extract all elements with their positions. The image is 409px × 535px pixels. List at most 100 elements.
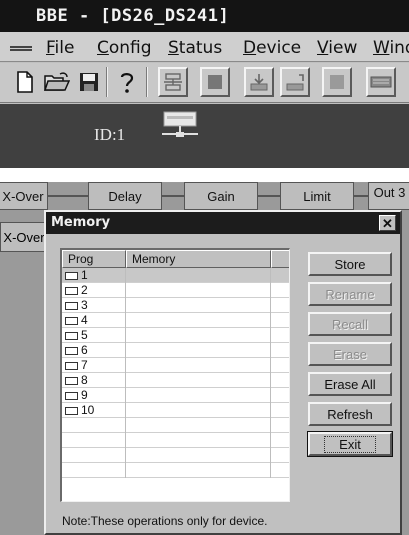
table-row[interactable]: 6 <box>62 343 289 358</box>
column-header-blank[interactable] <box>271 250 289 268</box>
prog-cell: 8 <box>62 373 126 388</box>
exit-button[interactable]: Exit <box>307 431 393 457</box>
device-rack-icon[interactable] <box>158 110 204 151</box>
table-row[interactable] <box>62 433 289 448</box>
column-header-memory[interactable]: Memory <box>126 250 271 268</box>
blank-cell <box>271 358 289 373</box>
menu-config-mnemonic: C <box>97 38 109 58</box>
toolbar <box>0 63 409 103</box>
table-row[interactable]: 5 <box>62 328 289 343</box>
network-icon[interactable] <box>158 67 188 97</box>
new-file-icon[interactable] <box>10 67 40 97</box>
table-row[interactable] <box>62 448 289 463</box>
memory-cell <box>126 388 271 403</box>
memory-cell <box>126 373 271 388</box>
menu-status[interactable]: Status <box>168 38 222 58</box>
memory-cell <box>126 298 271 313</box>
window-title: BBE - [DS26_DS241] <box>36 6 230 26</box>
help-icon[interactable] <box>112 67 142 97</box>
save-icon[interactable] <box>74 67 104 97</box>
program-slot-icon <box>65 377 78 385</box>
table-row[interactable]: 9 <box>62 388 289 403</box>
prog-number: 7 <box>81 358 88 372</box>
upload-icon[interactable] <box>280 67 310 97</box>
dialog-title-bar[interactable]: Memory ✕ <box>46 212 400 234</box>
blank-cell <box>271 448 289 463</box>
erase-button[interactable]: Erase <box>308 342 392 366</box>
editor-area: X-Over Delay Gain Limit Out 3 X-Over Mem… <box>0 182 409 535</box>
record-icon[interactable] <box>200 67 230 97</box>
prog-cell: 1 <box>62 268 126 283</box>
blank-cell <box>271 418 289 433</box>
tab-xover-second[interactable]: X-Over <box>0 222 48 252</box>
menu-bar: File Config Status Device View Wind <box>0 32 409 62</box>
recall-button[interactable]: Recall <box>308 312 392 336</box>
prog-number: 5 <box>81 328 88 342</box>
memory-cell <box>126 433 271 448</box>
table-row[interactable]: 10 <box>62 403 289 418</box>
tab-delay[interactable]: Delay <box>88 182 162 210</box>
tab-gain[interactable]: Gain <box>184 182 258 210</box>
menu-config-rest: onfig <box>108 38 152 58</box>
tab-limit[interactable]: Limit <box>280 182 354 210</box>
prog-cell: 3 <box>62 298 126 313</box>
menu-view-mnemonic: V <box>317 38 329 58</box>
prog-number: 4 <box>81 313 88 327</box>
tab-connector <box>354 195 368 197</box>
program-slot-icon <box>65 362 78 370</box>
blank-cell <box>271 343 289 358</box>
menu-device-rest: evice <box>256 38 302 58</box>
table-row[interactable]: 3 <box>62 298 289 313</box>
store-button[interactable]: Store <box>308 252 392 276</box>
menu-window[interactable]: Wind <box>373 38 409 58</box>
tab-row: X-Over Delay Gain Limit Out 3 <box>0 182 409 210</box>
table-row[interactable]: 7 <box>62 358 289 373</box>
square-icon[interactable] <box>322 67 352 97</box>
menu-device-mnemonic: D <box>243 38 257 58</box>
column-header-prog[interactable]: Prog <box>62 250 126 268</box>
memory-cell <box>126 283 271 298</box>
blank-cell <box>271 298 289 313</box>
table-row[interactable]: 8 <box>62 373 289 388</box>
tab-xover[interactable]: X-Over <box>0 182 48 210</box>
table-row[interactable]: 2 <box>62 283 289 298</box>
menu-view[interactable]: View <box>317 38 357 58</box>
table-row[interactable]: 4 <box>62 313 289 328</box>
prog-cell: 6 <box>62 343 126 358</box>
program-slot-icon <box>65 407 78 415</box>
table-row[interactable]: 1 <box>62 268 289 283</box>
blank-cell <box>271 268 289 283</box>
tab-out3[interactable]: Out 3 <box>368 182 409 210</box>
open-folder-icon[interactable] <box>42 67 72 97</box>
prog-number: 2 <box>81 283 88 297</box>
blank-cell <box>271 388 289 403</box>
erase-all-button[interactable]: Erase All <box>308 372 392 396</box>
download-icon[interactable] <box>244 67 274 97</box>
menu-view-rest: iew <box>328 38 358 58</box>
prog-cell <box>62 433 126 448</box>
menu-config[interactable]: Config <box>97 38 152 58</box>
prog-cell: 10 <box>62 403 126 418</box>
prog-cell: 4 <box>62 313 126 328</box>
table-row[interactable] <box>62 463 289 478</box>
memory-cell <box>126 448 271 463</box>
menu-device[interactable]: Device <box>243 38 301 58</box>
memory-cell <box>126 463 271 478</box>
prog-number: 1 <box>81 268 88 282</box>
keyboard-icon[interactable] <box>366 67 396 97</box>
memory-list[interactable]: Prog Memory 1 2 3 4 5 6 7 8 9 10 <box>60 248 290 502</box>
close-icon[interactable]: ✕ <box>379 215 396 231</box>
device-workspace: ID:1 <box>0 104 409 168</box>
program-slot-icon <box>65 332 78 340</box>
system-menu-icon[interactable] <box>10 46 32 51</box>
program-slot-icon <box>65 392 78 400</box>
blank-cell <box>271 313 289 328</box>
memory-dialog: Memory ✕ Prog Memory 1 2 3 4 5 6 7 8 9 10 Store R… <box>44 210 402 535</box>
menu-file[interactable]: File <box>46 38 74 58</box>
rename-button[interactable]: Rename <box>308 282 392 306</box>
prog-cell: 7 <box>62 358 126 373</box>
menu-file-mnemonic: F <box>46 38 55 58</box>
table-row[interactable] <box>62 418 289 433</box>
refresh-button[interactable]: Refresh <box>308 402 392 426</box>
dialog-note: Note:These operations only for device. <box>62 514 268 528</box>
